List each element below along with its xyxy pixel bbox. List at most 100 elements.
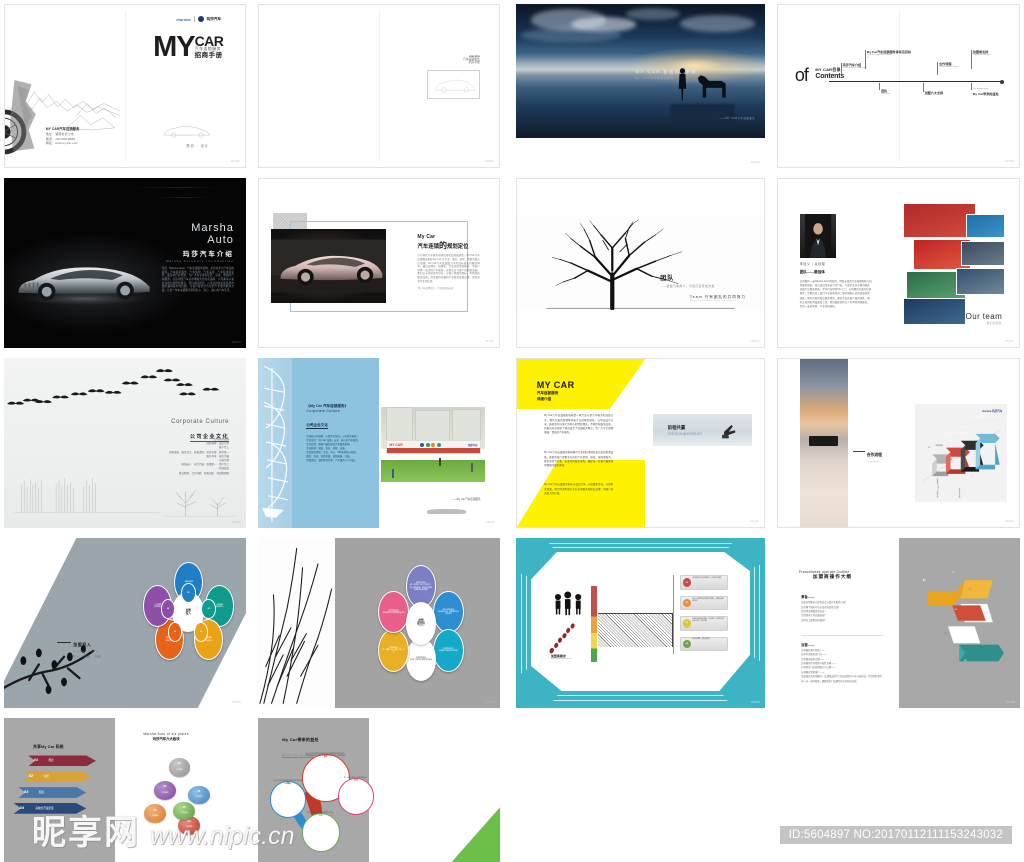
title-cn: 加盟商操作大纲: [812, 574, 853, 580]
page-bottom-white: 05/06: [516, 138, 765, 168]
node-label-03: 汽车养护: [195, 795, 203, 798]
page-thumb-franchise-standard[interactable]: 01 认同品牌文化与经营理念，具有创业激情。 02 具有一定的经济实力和投资能力…: [516, 538, 765, 708]
page-thumb-our-team[interactable]: 李建义 | 总经理 团队——最强体 公司拥有一支Marsha Auto 精英的、…: [777, 178, 1020, 348]
team-photo: [903, 202, 976, 238]
page-thumb-mycar-plan[interactable]: My Car 汽车连锁的规划定位 针对现代汽车服务市场的现状和发展趋势，My C…: [258, 178, 500, 348]
team-title-cn: 团队: [660, 276, 675, 283]
title-cn: 玛莎汽车介绍: [182, 251, 234, 259]
page-thumb-team-tree[interactable]: 团队 ——最懂汽车的人，为您打造专属方案 Team 只有团队的共同努力 Meet…: [516, 178, 765, 348]
node-sub: Marsha Auto Introduction: [842, 67, 867, 70]
plate-node-02[interactable]: 02 汽车装饰: [154, 781, 176, 801]
investment-caption: 加盟投入 Franchise investment 投入 · 回报 · 共赢: [57, 633, 101, 658]
page-thumb-franchise-outline[interactable]: 01 02 03 04 05 06 Franchisees operate Ou…: [777, 538, 1020, 708]
right-head-cn: 玛莎汽车六大板块: [152, 737, 180, 742]
car-silhouette: [427, 509, 467, 515]
title-line-2: Auto: [207, 234, 234, 247]
caption-rule: [57, 641, 72, 643]
requirement-card-01[interactable]: 01 认同品牌文化与经营理念，具有创业激情。: [680, 575, 728, 590]
page-number: 31/32: [1005, 700, 1015, 704]
petal-02[interactable]: 选址与装修支持 专业选址评估、店面装修设计方案提供: [432, 590, 464, 634]
pin-text-04: 强大的营销支持，助您快速打开市场。: [307, 813, 335, 815]
section-title: 团队——最强体: [799, 269, 825, 274]
page-number: 05/06: [750, 160, 760, 164]
card-text-01: 认同品牌文化与经营理念，具有创业激情。: [692, 578, 723, 580]
shop-facade: MY CAR 玛莎汽车: [385, 440, 482, 454]
arrow-num-01: 01: [33, 757, 39, 763]
store-sign: MY CAR: [389, 442, 403, 447]
plate-node-01[interactable]: 01 汽车美容: [168, 758, 191, 778]
title-line-1: Marsha: [191, 222, 234, 235]
page-thumb-franchise-support[interactable]: 品牌形象支持 统一VI系统、统一门店形象、统一服务标准，总部提供全套品牌视觉识别…: [258, 538, 500, 708]
pink-sports-car: [271, 239, 387, 293]
node-num-05: 05: [153, 808, 157, 812]
page-thumb-mycar-detail[interactable]: MY CAR 汽车连锁服务 详细介绍 My Car汽车连锁服务机构是一家专业从事…: [516, 358, 765, 528]
page-thumb-cover[interactable]: marsha 玛莎汽车 MY CAR 汽车连锁服务 招商手册 MY CAR汽车连…: [4, 4, 246, 168]
caption-cn: 合作流程: [866, 453, 882, 457]
night-sunset-photo: MY CAR 前进风为梦想 MY CAR的马车你的梦想 ——MY CAR汽车连锁…: [516, 4, 765, 139]
body-text-3: My Car汽车连锁服务机构以诚信为本，以质量求生存，以创新求发展，努力打造中国…: [544, 483, 614, 495]
plate-arrow-03[interactable]: 03 配送: [18, 787, 87, 798]
hub-line-2: 投入: [185, 612, 191, 616]
page-thumb-corporate-culture[interactable]: Corporate Culture 公司企业文化 公司的价值观 团队精神 诚信立…: [4, 358, 246, 528]
gray-panel: 01 02 03 04 05 06: [898, 538, 1020, 708]
team-photo: [956, 268, 1005, 295]
person-name: 李建义 | 总经理: [799, 262, 826, 267]
horse-silhouette: [698, 74, 726, 98]
page-thumb-blank-1[interactable]: [516, 718, 765, 862]
grass-photo-panel: [258, 538, 336, 708]
page-grid: marsha 玛莎汽车 MY CAR 汽车连锁服务 招商手册 MY CAR汽车连…: [0, 0, 1024, 862]
arrow-label-03: 签订合作协议: [960, 426, 972, 429]
arrow-num-02: 02: [28, 773, 34, 779]
body-text-2: My Car汽车连锁服务机构拥有专业的技术团队和先进的检测设备，能够为客户提供全…: [544, 451, 614, 467]
requirement-card-02[interactable]: 02 具有一定的经济实力和投资能力，能够承担经营风险。: [680, 595, 728, 611]
petal-05[interactable]: 供应链支持 统一采购、统一配送、统一价格: [378, 628, 410, 672]
person-figure: [438, 458, 441, 466]
requirement-card-04[interactable]: 04 服从总部统一管理与指导。: [680, 636, 728, 652]
diagram-step-03: 03: [968, 589, 972, 591]
petal-label-04: 市场营销支持 区域广告投放与促销活动支持: [410, 657, 432, 662]
node-label-02: 汽车装饰: [161, 791, 169, 794]
process-caption: 合作流程 Co-operation: [852, 443, 882, 463]
page-thumb-contents[interactable]: of MY CAR目录 Contents 玛莎汽车介绍 Marsha Auto …: [777, 4, 1020, 168]
diagram-step-02: 02: [951, 572, 955, 574]
node-num-06: 06: [182, 805, 186, 809]
logo-latin-text: marsha: [176, 16, 191, 22]
team-subtitle: ——最懂汽车的人，为您打造专属方案: [660, 284, 715, 289]
page-number: 29/30: [750, 700, 760, 704]
page-number: 13/14: [749, 339, 759, 343]
cover-footer: 策划 · 设计: [186, 143, 209, 148]
requirement-card-03[interactable]: 03 具备良好的商业信誉，在当地有一定的社会资源与人脉，守法经营。: [680, 616, 728, 631]
card-dot-04: 04: [682, 639, 691, 648]
plate-node-03[interactable]: 03 汽车养护: [187, 785, 210, 805]
arrow-num-03: 03: [23, 789, 29, 795]
page-number: 17/18: [231, 520, 241, 524]
shop-awning: [386, 447, 481, 453]
page-thumb-benefits[interactable]: My Car带来的益处 My Car The advantage 01 My C…: [258, 718, 500, 862]
petal-03[interactable]: 技术培训支持 定期技术培训与认证考核: [432, 628, 464, 672]
caption-cn: 加盟投入: [73, 642, 92, 648]
plate-arrow-04[interactable]: 04 系统的开发配置: [13, 802, 87, 814]
photo-signature: ——MY CAR汽车连锁服务: [719, 116, 756, 120]
body-text: 公司拥有一支Marsha Auto 精英的、经验丰富的专业管理团队与技术服务团队…: [799, 279, 872, 309]
culture-title-en: Corporate Culture: [171, 419, 230, 426]
page-thumb-marsha-auto[interactable]: Marsha Auto 玛莎汽车介绍 Marsha AutoCars Intro…: [4, 178, 246, 348]
light-beam: [154, 196, 208, 198]
small-trees: [163, 489, 237, 517]
title-cn-1: 汽车连锁: [417, 244, 439, 251]
id-label: ID:5604897 NO:20170112111153243032: [779, 826, 1012, 844]
arrow-step-03: 03: [953, 425, 957, 428]
caption-en: Franchise investment: [73, 651, 99, 654]
page-thumb-six-plates[interactable]: 共享My Car 系统 01 理念 02 车型 03 配送 04 系统的开发配置…: [4, 718, 246, 862]
page-thumb-culture-store[interactable]: 《My Car 汽车连锁服务》 Corporate Culture 公司企业文化…: [258, 358, 500, 528]
note-text: “My Car品牌定位，汽车服务新标杆”: [417, 288, 454, 291]
page-thumb-night-photo[interactable]: MY CAR 前进风为梦想 MY CAR的马车你的梦想 ——MY CAR汽车连锁…: [516, 4, 765, 168]
footprints: [549, 622, 576, 654]
petal-06[interactable]: 运营管理支持 驻店指导与日常运营管理咨询: [378, 590, 410, 634]
photo-caption-en: infocooperation: [667, 431, 703, 437]
plate-arrow-01[interactable]: 01 理念: [28, 755, 96, 767]
title-cn: My Car带来的益处: [282, 736, 319, 742]
page-thumb-franchise-investment[interactable]: 加盟投入 Franchise investment 投入 · 回报 · 共赢 品…: [4, 538, 246, 708]
plate-arrow-02[interactable]: 02 车型: [23, 771, 92, 783]
page-thumb-inside-cover[interactable]: marsha 汽车连锁服务 招商手册 03/04: [258, 4, 500, 168]
page-thumb-cooperation-process[interactable]: 合作流程 Co-operation marsha 玛莎汽车 01 项目咨询 02…: [777, 358, 1020, 528]
